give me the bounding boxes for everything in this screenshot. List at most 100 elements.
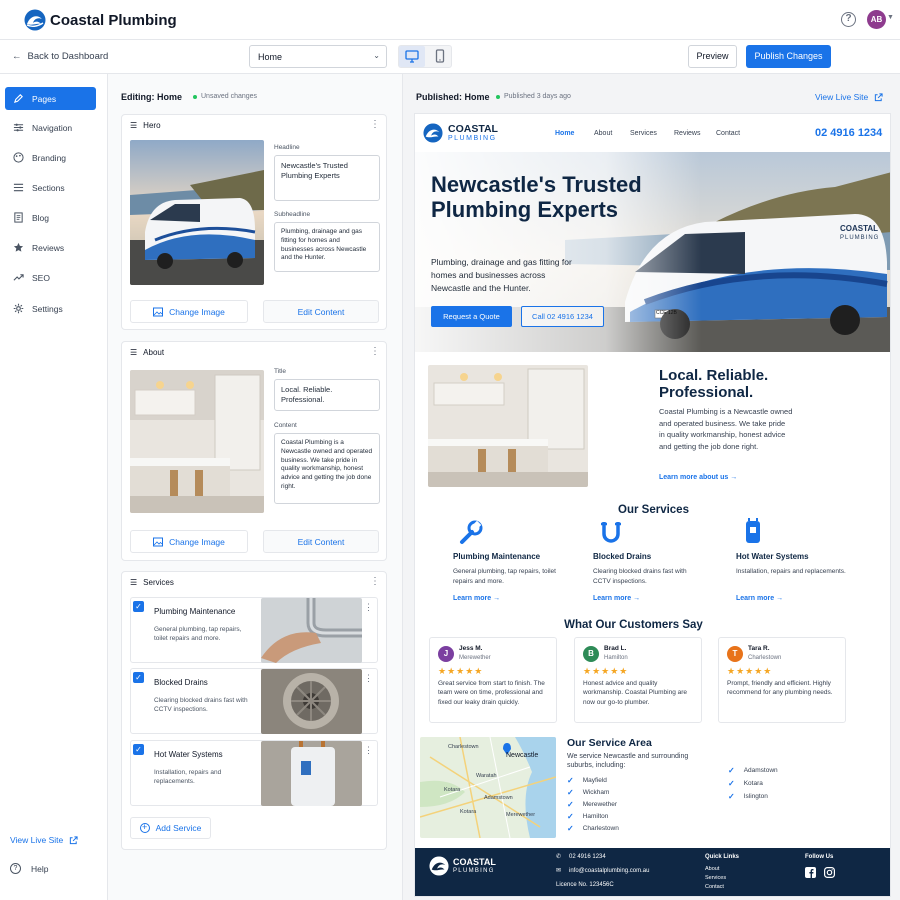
- instagram-icon[interactable]: [824, 867, 835, 878]
- drag-handle-icon[interactable]: ☰: [130, 121, 137, 130]
- map-label: Adamstown: [484, 795, 513, 801]
- service-item[interactable]: ✓ Plumbing Maintenance General plumbing,…: [130, 597, 378, 663]
- subheadline-field[interactable]: Plumbing, drainage and gas fitting for h…: [274, 222, 380, 272]
- site-phone[interactable]: 02 4916 1234: [815, 127, 882, 139]
- call-button[interactable]: Call 02 4916 1234: [521, 306, 604, 327]
- back-to-dashboard-link[interactable]: ← Back to Dashboard: [12, 51, 108, 62]
- star-rating: ★★★★★: [438, 666, 484, 676]
- suburb-name: Merewether: [582, 801, 618, 808]
- chevron-down-icon[interactable]: ▼: [887, 14, 894, 21]
- site-nav-contact[interactable]: Contact: [716, 130, 740, 137]
- about-edit-content-button[interactable]: Edit Content: [263, 530, 379, 553]
- services-more-menu-icon[interactable]: ⋮: [370, 576, 380, 587]
- sidebar-item-blog[interactable]: Blog: [5, 206, 96, 229]
- service-area-map[interactable]: Charlestown Newcastle Waratah Kotara Ada…: [420, 737, 556, 838]
- site-nav-about[interactable]: About: [594, 130, 612, 137]
- footer-email[interactable]: info@coastalplumbing.com.au: [569, 868, 649, 874]
- drag-handle-icon[interactable]: ☰: [130, 578, 137, 587]
- suburb-name: Wickham: [582, 789, 610, 796]
- suburb-item: ✓ Wickham: [567, 788, 609, 797]
- site-logo-icon: [423, 123, 443, 143]
- about-change-image-button[interactable]: Change Image: [130, 530, 248, 553]
- map-label: Charlestown: [448, 744, 479, 750]
- unsaved-status: Unsaved changes: [193, 93, 257, 100]
- service-checkbox[interactable]: ✓: [133, 601, 144, 612]
- services-section-header[interactable]: ☰ Services: [130, 578, 174, 587]
- service-checkbox[interactable]: ✓: [133, 672, 144, 683]
- facebook-icon[interactable]: [805, 867, 816, 878]
- sidebar-item-navigation[interactable]: Navigation: [5, 116, 96, 139]
- footer-link-services[interactable]: Services: [705, 875, 726, 881]
- site-service-name: Hot Water Systems: [736, 552, 809, 561]
- site-service-link[interactable]: Learn more →: [453, 595, 500, 602]
- service-more-menu-icon[interactable]: ⋮: [364, 602, 373, 613]
- drag-handle-icon[interactable]: ☰: [130, 348, 137, 357]
- service-more-menu-icon[interactable]: ⋮: [364, 745, 373, 756]
- about-content-field[interactable]: Coastal Plumbing is a Newcastle owned an…: [274, 433, 380, 504]
- sidebar-item-seo[interactable]: SEO: [5, 266, 96, 289]
- preview-button[interactable]: Preview: [688, 45, 737, 68]
- site-service-link[interactable]: Learn more →: [593, 595, 640, 602]
- preview-view-live-site-link[interactable]: View Live Site: [815, 92, 883, 102]
- status-dot: [193, 94, 197, 99]
- van-brand-bottom: PLUMBING: [840, 235, 880, 241]
- map-label: Kotara: [460, 809, 477, 815]
- hero-more-menu-icon[interactable]: ⋮: [370, 119, 380, 130]
- add-service-button[interactable]: + Add Service: [130, 817, 211, 839]
- sidebar-item-reviews[interactable]: Reviews: [5, 236, 96, 259]
- sidebar-item-label: SEO: [32, 272, 50, 283]
- check-icon: ✓: [567, 800, 574, 809]
- hero-image-thumbnail[interactable]: [130, 140, 264, 285]
- hero-change-image-button[interactable]: Change Image: [130, 300, 248, 323]
- pencil-icon: [13, 94, 23, 104]
- site-nav-services[interactable]: Services: [630, 130, 657, 137]
- site-hero: COASTAL PLUMBING CCE 12B Newcastle's Tru…: [415, 152, 890, 352]
- request-quote-button[interactable]: Request a Quote: [431, 306, 512, 327]
- sidebar-view-live-site-link[interactable]: View Live Site: [10, 835, 78, 845]
- publish-changes-button[interactable]: Publish Changes: [746, 45, 831, 68]
- hero-section-header[interactable]: ☰ Hero: [130, 121, 161, 130]
- service-thumbnail: [261, 741, 362, 806]
- published-status-label: Published 3 days ago: [504, 93, 571, 100]
- about-title-field[interactable]: Local. Reliable. Professional.: [274, 379, 380, 411]
- footer-phone[interactable]: 02 4916 1234: [569, 854, 606, 860]
- service-item[interactable]: ✓ Hot Water Systems Installation, repair…: [130, 740, 378, 806]
- page-select[interactable]: Home ⌄: [249, 45, 387, 68]
- sidebar-help-label: Help: [31, 863, 49, 874]
- site-nav-home[interactable]: Home: [555, 130, 574, 137]
- footer-logo-icon: [429, 856, 449, 876]
- published-status: Published 3 days ago: [496, 93, 571, 100]
- about-more-menu-icon[interactable]: ⋮: [370, 346, 380, 357]
- service-item[interactable]: ✓ Blocked Drains Clearing blocked drains…: [130, 668, 378, 734]
- service-name: Blocked Drains: [154, 678, 208, 687]
- site-service-link[interactable]: Learn more →: [736, 595, 783, 602]
- review-card: J Jess M. Merewether ★★★★★ Great service…: [429, 637, 557, 723]
- about-section-header[interactable]: ☰ About: [130, 348, 164, 357]
- sidebar-help-link[interactable]: ? Help: [10, 863, 48, 874]
- mobile-view-button[interactable]: [428, 46, 452, 67]
- footer-link-about[interactable]: About: [705, 866, 719, 872]
- sidebar-item-settings[interactable]: Settings: [5, 297, 96, 320]
- desktop-view-button[interactable]: [399, 46, 425, 67]
- sidebar-item-sections[interactable]: Sections: [5, 176, 96, 199]
- review-text: Great service from start to finish. The …: [438, 680, 545, 706]
- avatar[interactable]: AB: [867, 10, 886, 29]
- footer-link-contact[interactable]: Contact: [705, 884, 724, 890]
- sidebar-item-pages[interactable]: Pages: [5, 87, 96, 110]
- help-icon[interactable]: ?: [841, 12, 856, 27]
- hero-edit-content-button[interactable]: Edit Content: [263, 300, 379, 323]
- page-select-value: Home: [258, 52, 283, 62]
- star-icon: [13, 242, 24, 252]
- headline-label: Headline: [274, 144, 300, 151]
- map-label: Kotara: [444, 787, 461, 793]
- reviewer-location: Hamilton: [604, 655, 628, 661]
- service-more-menu-icon[interactable]: ⋮: [364, 673, 373, 684]
- site-nav-reviews[interactable]: Reviews: [674, 130, 700, 137]
- service-checkbox[interactable]: ✓: [133, 744, 144, 755]
- site-about-link[interactable]: Learn more about us →: [659, 474, 737, 481]
- sidebar-item-branding[interactable]: Branding: [5, 146, 96, 169]
- arrow-right-icon: →: [730, 474, 738, 481]
- about-image-thumbnail[interactable]: [130, 370, 264, 513]
- headline-field[interactable]: Newcastle's Trusted Plumbing Experts: [274, 155, 380, 201]
- learn-more-label: Learn more: [593, 595, 632, 602]
